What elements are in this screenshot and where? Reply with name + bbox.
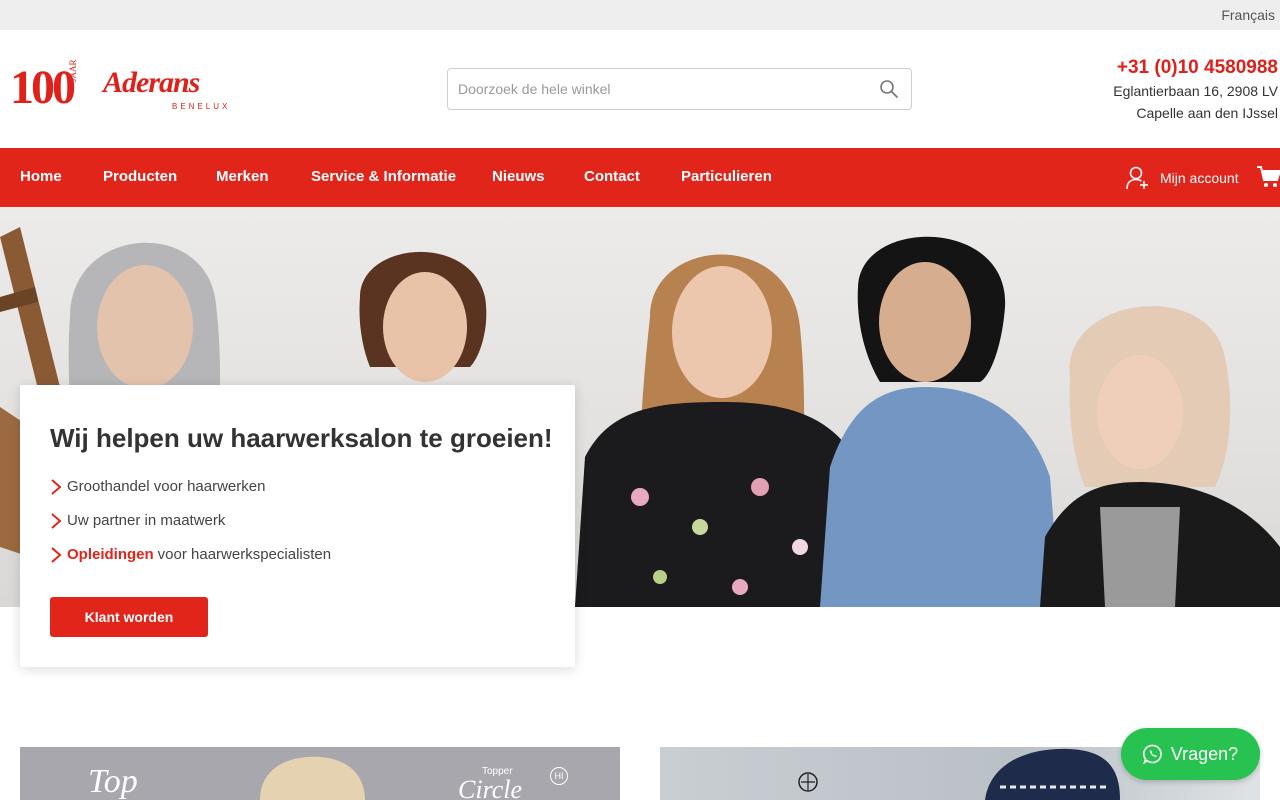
cart-icon[interactable] xyxy=(1256,164,1280,190)
search-icon[interactable] xyxy=(879,79,899,99)
logo-anniversary-word: JAAR xyxy=(68,59,78,82)
promo-brand-text: Top xyxy=(88,763,138,800)
address-line-1: Eglantierbaan 16, 2908 LV xyxy=(1113,83,1278,99)
my-account-link[interactable]: Mijn account xyxy=(1126,163,1239,193)
whatsapp-icon xyxy=(1142,744,1162,764)
nav-item-merken[interactable]: Merken xyxy=(216,168,269,185)
chat-button-label: Vragen? xyxy=(1170,743,1239,764)
address-line-2: Capelle aan den IJssel xyxy=(1136,105,1278,121)
search-input[interactable] xyxy=(448,69,868,109)
nav-item-service-informatie[interactable]: Service & Informatie xyxy=(311,168,456,185)
search-box xyxy=(447,68,912,110)
chevron-right-icon xyxy=(51,546,62,563)
promo-banner-left[interactable]: Top Topper Circle HI xyxy=(20,747,620,800)
contact-info: +31 (0)10 4580988 Eglantierbaan 16, 2908… xyxy=(1113,56,1278,124)
phone-number[interactable]: +31 (0)10 4580988 xyxy=(1113,56,1278,80)
site-header: 100 JAAR Aderans BENELUX +31 (0)10 45809… xyxy=(0,30,1280,148)
brand-emblem xyxy=(798,772,818,792)
top-bar: Français xyxy=(0,0,1280,30)
become-customer-button[interactable]: Klant worden xyxy=(50,597,208,637)
aderans-logo[interactable]: 100 JAAR Aderans BENELUX xyxy=(10,59,235,114)
logo-region: BENELUX xyxy=(172,102,231,111)
user-plus-icon xyxy=(1126,166,1148,190)
promo-product-script: Circle xyxy=(458,775,523,800)
nav-item-nieuws[interactable]: Nieuws xyxy=(492,168,545,185)
benefit-item: Opleidingen voor haarwerkspecialisten xyxy=(50,546,331,563)
benefit-item: Uw partner in maatwerk xyxy=(50,512,225,529)
benefit-text: Groothandel voor haarwerken xyxy=(67,478,266,495)
nav-item-producten[interactable]: Producten xyxy=(103,168,177,185)
hero-title: Wij helpen uw haarwerksalon te groeien! xyxy=(50,423,553,453)
main-navigation: Home Producten Merken Service & Informat… xyxy=(0,148,1280,207)
benefit-text: Uw partner in maatwerk xyxy=(67,512,226,529)
logo-anniversary-number: 100 xyxy=(10,61,76,114)
promo-badge: HI xyxy=(550,767,568,785)
hero-info-card: Wij helpen uw haarwerksalon te groeien! … xyxy=(20,385,575,667)
training-link[interactable]: Opleidingen xyxy=(67,546,154,563)
logo-brand-name: Aderans xyxy=(103,66,200,99)
chevron-right-icon xyxy=(51,512,62,529)
my-account-label: Mijn account xyxy=(1160,170,1239,186)
whatsapp-chat-button[interactable]: Vragen? xyxy=(1121,728,1260,780)
benefit-item: Groothandel voor haarwerken xyxy=(50,478,265,495)
nav-item-contact[interactable]: Contact xyxy=(584,168,640,185)
nav-item-home[interactable]: Home xyxy=(20,168,62,185)
language-switch-link[interactable]: Français xyxy=(1221,7,1275,23)
chevron-right-icon xyxy=(51,478,62,495)
nav-item-particulieren[interactable]: Particulieren xyxy=(681,168,772,185)
benefit-text: voor haarwerkspecialisten xyxy=(157,546,332,563)
